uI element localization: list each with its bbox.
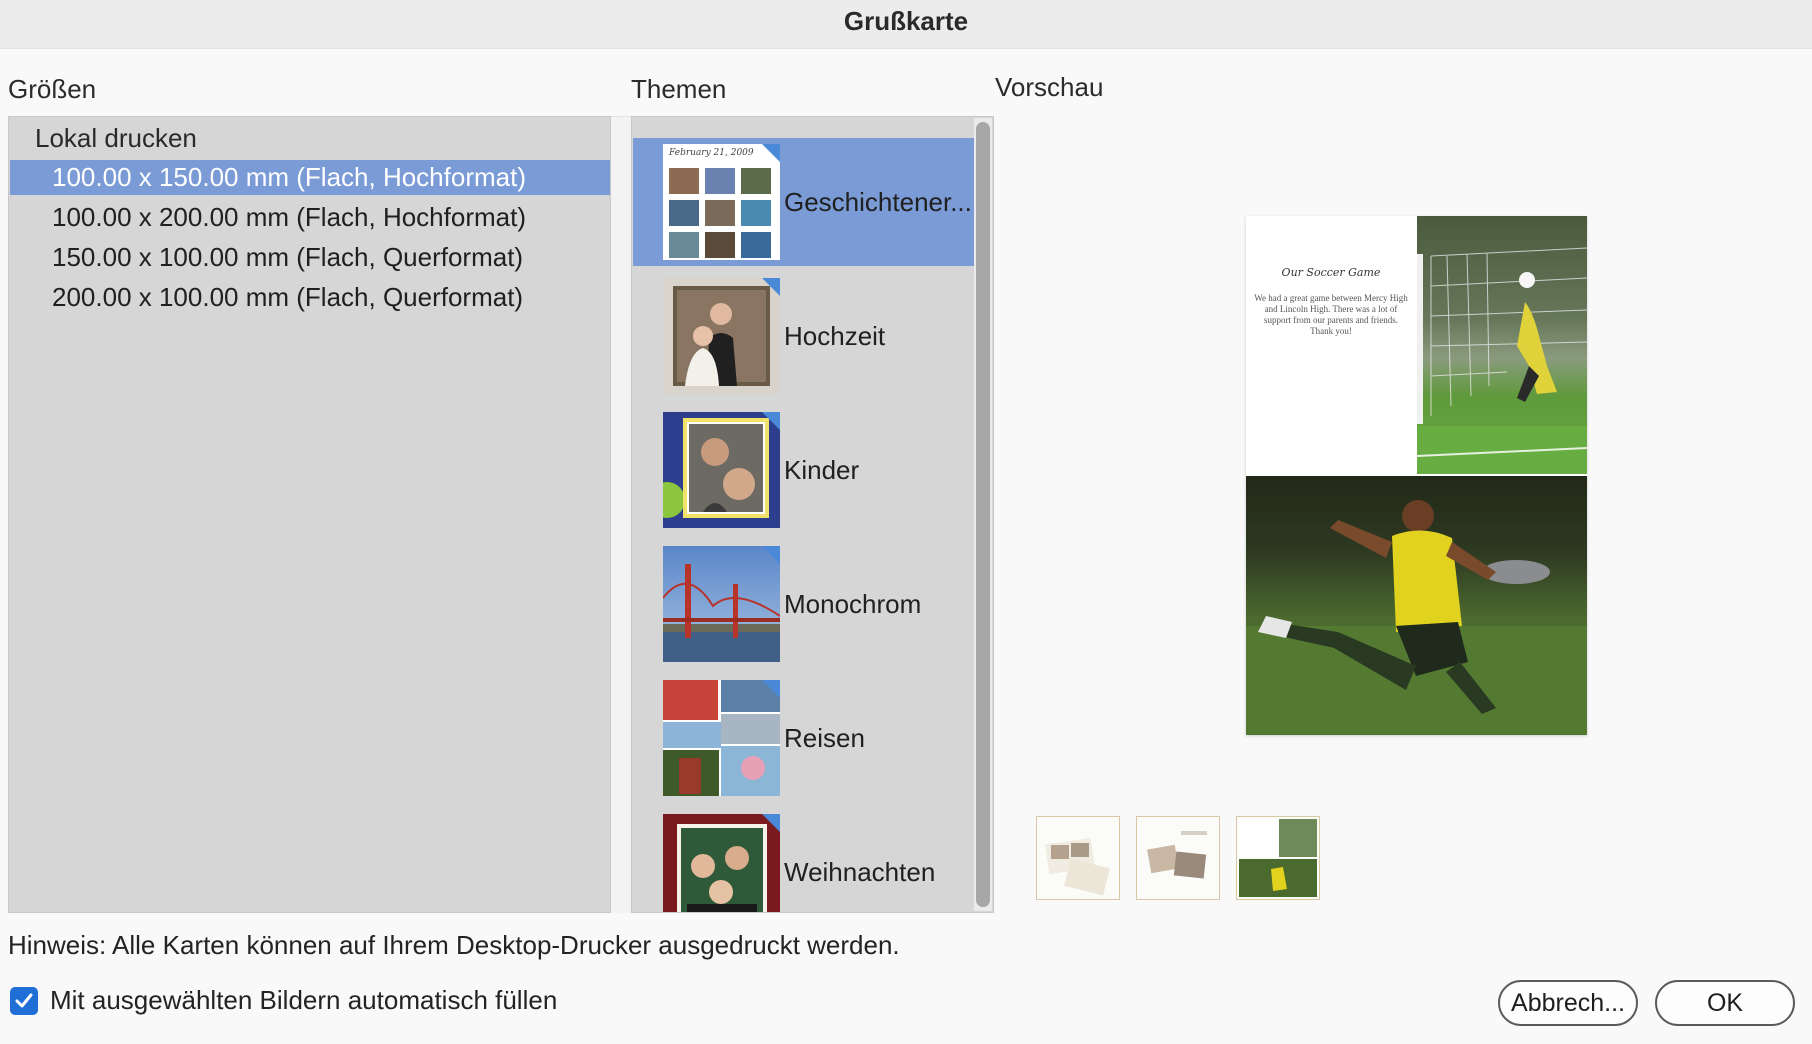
thumbnail-caption: February 21, 2009 [669,148,754,158]
card-page-thumbnail[interactable] [1236,816,1320,900]
size-item[interactable]: 150.00 x 100.00 mm (Flach, Querformat) [10,240,610,275]
page-corner-icon [762,412,780,430]
theme-thumbnail [663,814,780,912]
window-title: Grußkarte [843,6,969,36]
theme-thumbnail [663,546,780,662]
page-1-thumbnail [1045,837,1110,896]
soccer-player-photo [1246,476,1587,735]
ok-button[interactable]: OK [1655,980,1795,1026]
page-2-thumbnail [1147,831,1207,879]
theme-label: Kinder [784,455,860,485]
theme-thumbnail [663,680,780,796]
theme-item[interactable]: Weihnachten [633,808,974,912]
page-corner-icon [762,278,780,296]
theme-label: Geschichtener... [784,187,972,217]
theme-item[interactable]: Kinder [633,406,974,534]
theme-item[interactable]: Hochzeit [633,272,974,400]
page-3-thumbnail [1239,819,1317,897]
checkmark-icon [15,993,33,1008]
card-text-panel: Our Soccer Game We had a great game betw… [1246,216,1416,474]
theme-item[interactable]: Monochrom [633,540,974,668]
autofill-checkbox[interactable] [10,987,38,1015]
sizes-heading: Größen [8,74,97,104]
theme-label: Hochzeit [784,321,886,351]
size-item[interactable]: 100.00 x 200.00 mm (Flach, Hochformat) [10,200,610,235]
card-title: Our Soccer Game [1281,266,1381,279]
size-item[interactable]: 100.00 x 150.00 mm (Flach, Hochformat) [10,160,610,195]
hint-text: Hinweis: Alle Karten können auf Ihrem De… [8,930,900,960]
autofill-label: Mit ausgewählten Bildern automatisch fül… [50,985,558,1015]
card-body-text: We had a great game between Mercy High a… [1254,293,1408,336]
page-corner-icon [762,814,780,832]
card-preview: Our Soccer Game We had a great game betw… [1246,216,1587,735]
scrollbar-thumb[interactable] [976,122,990,907]
theme-label: Reisen [784,723,865,753]
theme-item[interactable]: February 21, 2009 Geschichtener... [633,138,974,266]
sizes-list[interactable]: Lokal drucken 100.00 x 150.00 mm (Flach,… [8,116,611,913]
theme-thumbnail: February 21, 2009 [663,144,780,260]
themes-scrollbar[interactable] [974,118,992,911]
themes-list[interactable]: February 21, 2009 Geschichtener... Hochz… [631,116,994,913]
goalkeeper-photo [1417,216,1587,474]
page-corner-icon [762,144,780,162]
page-corner-icon [762,546,780,564]
theme-label: Weihnachten [784,857,936,887]
sizes-group-header: Lokal drucken [35,123,197,153]
theme-thumbnail [663,412,780,528]
theme-item[interactable]: Reisen [633,674,974,802]
panel-divider [611,116,631,913]
title-bar: Grußkarte [0,0,1812,49]
page-corner-icon [762,680,780,698]
card-page-thumbnail[interactable] [1136,816,1220,900]
theme-label: Monochrom [784,589,922,619]
cancel-button[interactable]: Abbrech... [1498,980,1638,1026]
size-item[interactable]: 200.00 x 100.00 mm (Flach, Querformat) [10,280,610,315]
preview-heading: Vorschau [995,72,1104,102]
themes-heading: Themen [631,74,727,104]
theme-thumbnail [663,278,780,394]
card-page-thumbnail[interactable] [1036,816,1120,900]
